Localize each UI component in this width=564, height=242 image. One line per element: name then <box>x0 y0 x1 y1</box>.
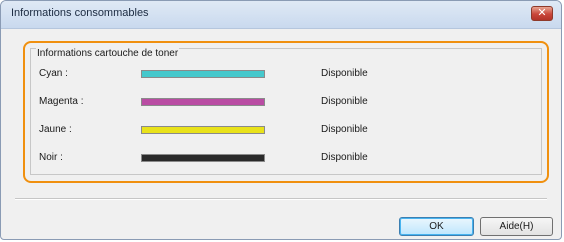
ok-button[interactable]: OK <box>399 217 474 236</box>
toner-status: Disponible <box>321 68 368 79</box>
toner-status: Disponible <box>321 124 368 135</box>
toner-level-bar <box>141 98 265 106</box>
toner-label: Magenta : <box>39 96 84 107</box>
toner-label: Jaune : <box>39 124 72 135</box>
toner-row-cyan: Cyan : Disponible <box>31 68 541 80</box>
title-bar[interactable]: Informations consommables ✕ <box>1 1 561 29</box>
toner-label: Noir : <box>39 152 63 163</box>
toner-level-bar <box>141 126 265 134</box>
toner-label: Cyan : <box>39 68 68 79</box>
toner-info-group: Informations cartouche de toner Cyan : D… <box>30 48 542 175</box>
close-button[interactable]: ✕ <box>531 6 553 21</box>
dialog-window: Informations consommables ✕ Informations… <box>0 0 562 240</box>
help-button[interactable]: Aide(H) <box>480 217 553 236</box>
highlight-frame: Informations cartouche de toner Cyan : D… <box>23 41 549 183</box>
toner-row-magenta: Magenta : Disponible <box>31 96 541 108</box>
toner-row-black: Noir : Disponible <box>31 152 541 164</box>
window-title: Informations consommables <box>11 7 149 19</box>
toner-level-bar <box>141 154 265 162</box>
close-icon: ✕ <box>537 7 547 19</box>
toner-status: Disponible <box>321 152 368 163</box>
toner-row-yellow: Jaune : Disponible <box>31 124 541 136</box>
toner-status: Disponible <box>321 96 368 107</box>
separator <box>15 198 547 200</box>
toner-level-bar <box>141 70 265 78</box>
group-title: Informations cartouche de toner <box>36 48 180 59</box>
